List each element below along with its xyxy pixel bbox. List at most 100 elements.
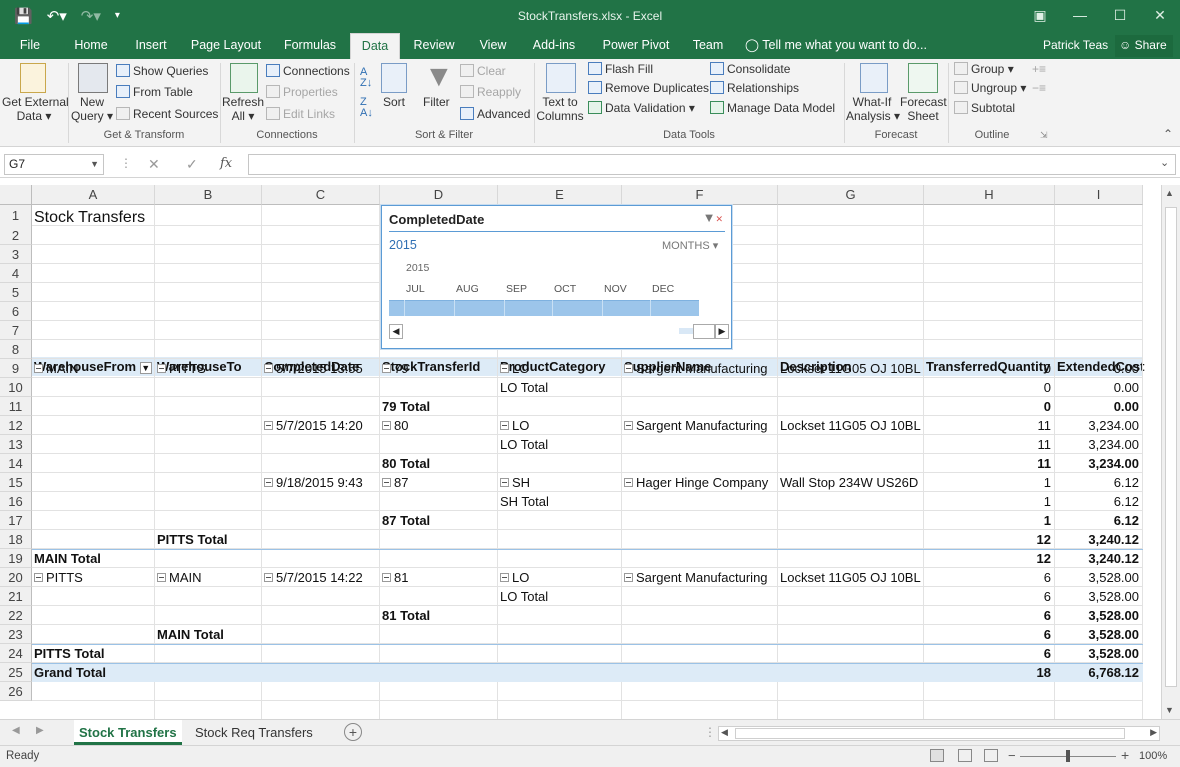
prev-sheet-icon[interactable]: ◀: [12, 725, 20, 736]
zoom-level[interactable]: 100%: [1139, 750, 1167, 762]
filter-button[interactable]: Filter: [423, 95, 450, 109]
pivot-cell-e[interactable]: LO Total: [498, 378, 548, 397]
properties-button[interactable]: Properties: [266, 85, 338, 99]
pivot-cell-d[interactable]: 79 Total: [380, 397, 430, 416]
pivot-cell-c[interactable]: 5/7/2015 14:22: [262, 568, 363, 587]
pivot-cell-h[interactable]: 6: [924, 644, 1055, 663]
sort-a-to-z-icon[interactable]: A Z↓: [360, 67, 372, 89]
pivot-cell-h[interactable]: 6: [924, 587, 1055, 606]
row-header[interactable]: 9: [0, 359, 32, 378]
sort-button[interactable]: Sort: [383, 95, 405, 109]
collapse-icon[interactable]: [624, 364, 633, 373]
collapse-icon[interactable]: [264, 421, 273, 430]
row-header[interactable]: 11: [0, 397, 32, 416]
next-sheet-icon[interactable]: ▶: [36, 725, 44, 736]
collapse-icon[interactable]: [500, 573, 509, 582]
pivot-cell-c[interactable]: 9/18/2015 9:43: [262, 473, 363, 492]
tab-view[interactable]: View: [472, 33, 514, 59]
advanced-button[interactable]: Advanced: [460, 107, 530, 121]
ungroup-button[interactable]: Ungroup ▾: [954, 81, 1026, 95]
row-header[interactable]: 13: [0, 435, 32, 454]
pivot-cell-d[interactable]: 80 Total: [380, 454, 430, 473]
pivot-cell-g[interactable]: Lockset 11G05 OJ 10BL: [778, 359, 921, 378]
horizontal-scrollbar[interactable]: ◀ ▶: [718, 726, 1160, 741]
row-header[interactable]: 1: [0, 205, 32, 227]
collapse-icon[interactable]: [624, 478, 633, 487]
row-header[interactable]: 14: [0, 454, 32, 473]
pivot-cell-e[interactable]: LO Total: [498, 435, 548, 454]
pivot-cell-g[interactable]: Lockset 11G05 OJ 10BL: [778, 416, 921, 435]
pivot-cell-i[interactable]: 6.12: [1055, 492, 1143, 511]
pivot-cell-e[interactable]: LO: [498, 359, 529, 378]
user-name[interactable]: Patrick Teas: [1043, 33, 1108, 59]
row-header[interactable]: 4: [0, 264, 32, 283]
pivot-cell-c[interactable]: 5/7/2015 14:20: [262, 416, 363, 435]
pivot-cell-a[interactable]: MAIN: [32, 359, 79, 378]
pivot-cell-f[interactable]: Hager Hinge Company: [622, 473, 768, 492]
timeline-selection-bar[interactable]: [389, 300, 699, 316]
pivot-cell-b[interactable]: PITTS Total: [155, 530, 228, 549]
row-header[interactable]: 23: [0, 625, 32, 644]
select-all-corner[interactable]: [0, 185, 32, 205]
pivot-cell-i[interactable]: 3,234.00: [1055, 435, 1143, 454]
pivot-cell-h[interactable]: 0: [924, 378, 1055, 397]
tab-formulas[interactable]: Formulas: [278, 33, 342, 59]
consolidate-button[interactable]: Consolidate: [710, 62, 790, 76]
tab-review[interactable]: Review: [408, 33, 460, 59]
slicer-year-link[interactable]: 2015: [389, 238, 417, 252]
column-header[interactable]: D: [380, 185, 498, 205]
sheet-tab-stock-transfers[interactable]: Stock Transfers: [74, 720, 182, 745]
minimize-button[interactable]: —: [1060, 0, 1100, 30]
ribbon-display-options-icon[interactable]: ▣: [1020, 0, 1060, 30]
pivot-cell-h[interactable]: 11: [924, 454, 1055, 473]
formula-input[interactable]: [248, 154, 1176, 175]
pivot-cell-d[interactable]: 80: [380, 416, 408, 435]
pivot-cell-e[interactable]: LO: [498, 416, 529, 435]
data-validation-button[interactable]: Data Validation ▾: [588, 101, 695, 115]
pivot-cell-i[interactable]: 3,528.00: [1055, 606, 1143, 625]
collapse-icon[interactable]: [157, 573, 166, 582]
column-header[interactable]: C: [262, 185, 380, 205]
column-header[interactable]: A: [32, 185, 155, 205]
zoom-in-icon[interactable]: +: [1121, 747, 1129, 763]
new-sheet-icon[interactable]: +: [344, 723, 362, 741]
column-header[interactable]: G: [778, 185, 924, 205]
pivot-cell-h[interactable]: 0: [924, 359, 1055, 378]
pivot-cell-h[interactable]: 18: [924, 663, 1055, 682]
row-header[interactable]: 24: [0, 644, 32, 663]
subtotal-button[interactable]: Subtotal: [954, 101, 1015, 115]
expand-formula-bar-icon[interactable]: ⌄: [1160, 156, 1169, 169]
collapse-icon[interactable]: [382, 421, 391, 430]
row-header[interactable]: 19: [0, 549, 32, 568]
remove-duplicates-button[interactable]: Remove Duplicates: [588, 81, 709, 95]
pivot-cell-i[interactable]: 3,234.00: [1055, 454, 1143, 473]
pivot-cell-g[interactable]: Lockset 11G05 OJ 10BL: [778, 568, 921, 587]
row-header[interactable]: 17: [0, 511, 32, 530]
maximize-button[interactable]: ☐: [1100, 0, 1140, 30]
row-header[interactable]: 22: [0, 606, 32, 625]
clear-button[interactable]: Clear: [460, 64, 506, 78]
row-header[interactable]: 7: [0, 321, 32, 340]
pivot-cell-e[interactable]: LO Total: [498, 587, 548, 606]
pivot-cell-d[interactable]: 87: [380, 473, 408, 492]
pivot-cell-i[interactable]: 3,240.12: [1055, 549, 1143, 568]
tab-home[interactable]: Home: [68, 33, 114, 59]
pivot-cell-h[interactable]: 1: [924, 511, 1055, 530]
row-header[interactable]: 3: [0, 245, 32, 264]
pivot-cell-c[interactable]: 5/7/2015 13:55: [262, 359, 363, 378]
collapse-icon[interactable]: [624, 421, 633, 430]
collapse-icon[interactable]: [382, 573, 391, 582]
page-layout-view-icon[interactable]: [958, 749, 972, 762]
row-header[interactable]: 8: [0, 340, 32, 359]
pivot-cell-a[interactable]: Grand Total: [32, 663, 106, 682]
tab-data[interactable]: Data: [350, 33, 400, 59]
hide-detail-icon[interactable]: −≡: [1032, 81, 1046, 95]
tab-page-layout[interactable]: Page Layout: [186, 33, 266, 59]
show-detail-icon[interactable]: +≡: [1032, 62, 1046, 76]
pivot-cell-i[interactable]: 0.00: [1055, 359, 1143, 378]
pivot-cell-i[interactable]: 3,528.00: [1055, 587, 1143, 606]
column-header[interactable]: F: [622, 185, 778, 205]
scroll-left-icon[interactable]: ◀: [389, 324, 403, 339]
pivot-cell-h[interactable]: 12: [924, 530, 1055, 549]
collapse-ribbon-icon[interactable]: ⌃: [1163, 127, 1173, 141]
